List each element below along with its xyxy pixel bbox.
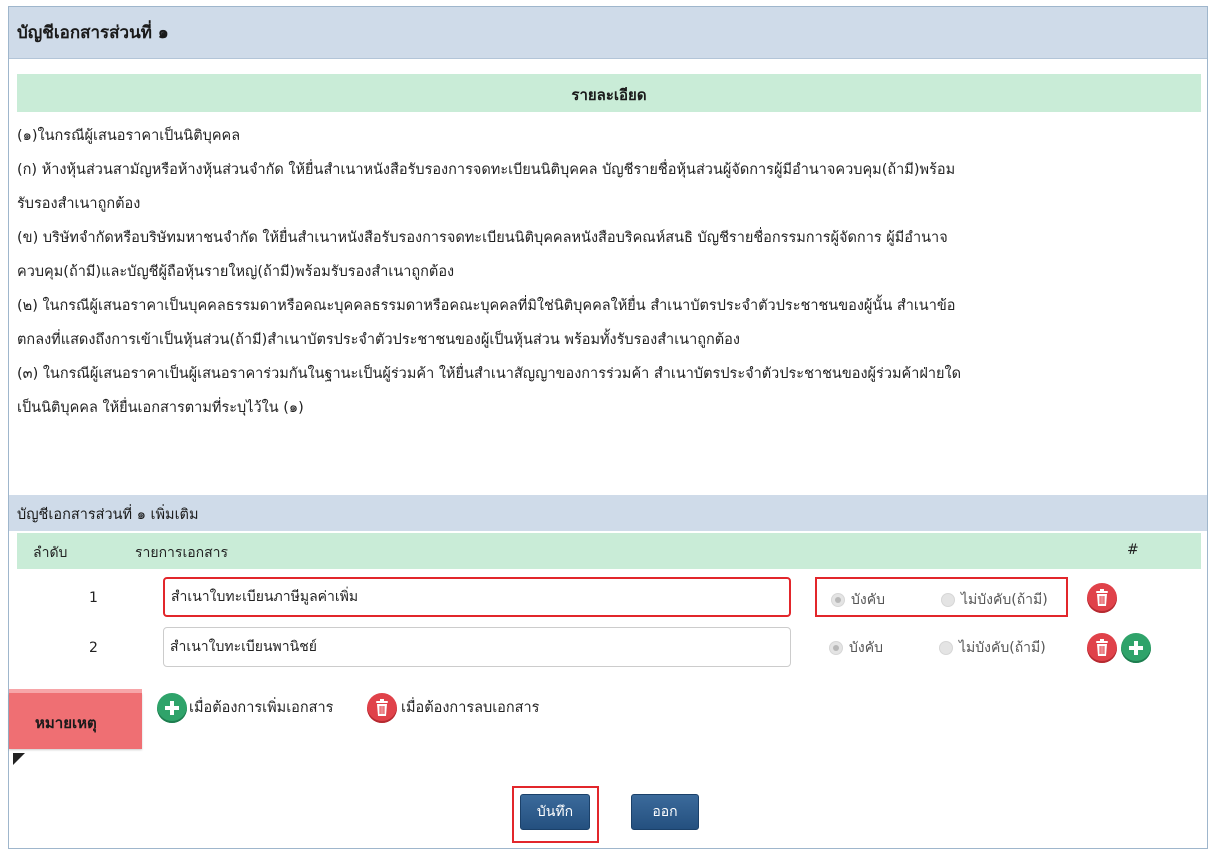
- delete-document-button[interactable]: [1087, 633, 1117, 663]
- detail-line: (๓) ในกรณีผู้เสนอราคาเป็นผู้เสนอราคาร่วม…: [17, 366, 961, 382]
- delete-document-button[interactable]: [1087, 583, 1117, 613]
- column-order: ลำดับ: [33, 545, 68, 561]
- note-corner-marker: [13, 753, 25, 765]
- detail-line: เป็นนิติบุคคล ให้ยื่นเอกสารตามที่ระบุไว้…: [17, 400, 304, 416]
- optional-radio[interactable]: ไม่บังคับ(ถ้ามี): [939, 637, 1046, 659]
- radio-unselected-icon: [939, 641, 953, 655]
- detail-line: (๑)ในกรณีผู้เสนอราคาเป็นนิติบุคคล: [17, 128, 241, 144]
- required-label: บังคับ: [849, 640, 883, 656]
- detail-line: ควบคุม(ถ้ามี)และบัญชีผู้ถือหุ้นรายใหญ่(ถ…: [17, 264, 455, 280]
- column-document: รายการเอกสาร: [135, 545, 229, 561]
- exit-button[interactable]: ออก: [631, 794, 699, 830]
- radio-selected-icon: [831, 593, 845, 607]
- detail-line: (๒) ในกรณีผู้เสนอราคาเป็นบุคคลธรรมดาหรือ…: [17, 298, 956, 314]
- required-radio[interactable]: บังคับ: [831, 589, 885, 611]
- required-radio[interactable]: บังคับ: [829, 637, 883, 659]
- requirement-radio-group: บังคับ ไม่บังคับ(ถ้ามี): [815, 627, 1068, 667]
- optional-radio[interactable]: ไม่บังคับ(ถ้ามี): [941, 589, 1048, 611]
- note-delete-text: เมื่อต้องการลบเอกสาร: [401, 700, 540, 716]
- document-name-input[interactable]: [163, 627, 791, 667]
- document-name-input[interactable]: [163, 577, 791, 617]
- required-label: บังคับ: [851, 592, 885, 608]
- row-number: 2: [89, 640, 98, 656]
- detail-text: (๑)ในกรณีผู้เสนอราคาเป็นนิติบุคคล (ก) ห้…: [17, 119, 1201, 425]
- save-button[interactable]: บันทึก: [520, 794, 590, 830]
- optional-label: ไม่บังคับ(ถ้ามี): [959, 640, 1046, 656]
- table-row: 1 บังคับ ไม่บังคับ(ถ้ามี): [17, 577, 1201, 627]
- table-row: 2 บังคับ ไม่บังคับ(ถ้ามี): [17, 627, 1201, 677]
- radio-selected-icon: [829, 641, 843, 655]
- note-add-text: เมื่อต้องการเพิ่มเอกสาร: [189, 700, 334, 716]
- section-title: บัญชีเอกสารส่วนที่ ๑: [9, 7, 1207, 59]
- row-number: 1: [89, 590, 98, 606]
- trash-icon: [1096, 589, 1108, 606]
- column-action: #: [1127, 542, 1139, 558]
- additional-section-title: บัญชีเอกสารส่วนที่ ๑ เพิ่มเติม: [9, 495, 1207, 531]
- radio-unselected-icon: [941, 593, 955, 607]
- detail-line: (ก) ห้างหุ้นส่วนสามัญหรือห้างหุ้นส่วนจำก…: [17, 162, 956, 178]
- plus-icon: [1129, 641, 1143, 655]
- detail-line: ตกลงที่แสดงถึงการเข้าเป็นหุ้นส่วน(ถ้ามี)…: [17, 332, 740, 348]
- plus-icon: [157, 693, 187, 723]
- document-list-panel: บัญชีเอกสารส่วนที่ ๑ รายละเอียด (๑)ในกรณ…: [8, 6, 1208, 849]
- detail-line: รับรองสำเนาถูกต้อง: [17, 196, 141, 212]
- detail-header: รายละเอียด: [17, 74, 1201, 112]
- trash-icon: [1096, 639, 1108, 656]
- note-tab: หมายเหตุ: [9, 689, 142, 749]
- add-document-button[interactable]: [1121, 633, 1151, 663]
- detail-line: (ข) บริษัทจำกัดหรือบริษัทมหาชนจำกัด ให้ย…: [17, 230, 948, 246]
- optional-label: ไม่บังคับ(ถ้ามี): [961, 592, 1048, 608]
- table-header: ลำดับ รายการเอกสาร #: [17, 533, 1201, 569]
- trash-icon: [367, 693, 397, 723]
- requirement-radio-group: บังคับ ไม่บังคับ(ถ้ามี): [815, 577, 1068, 617]
